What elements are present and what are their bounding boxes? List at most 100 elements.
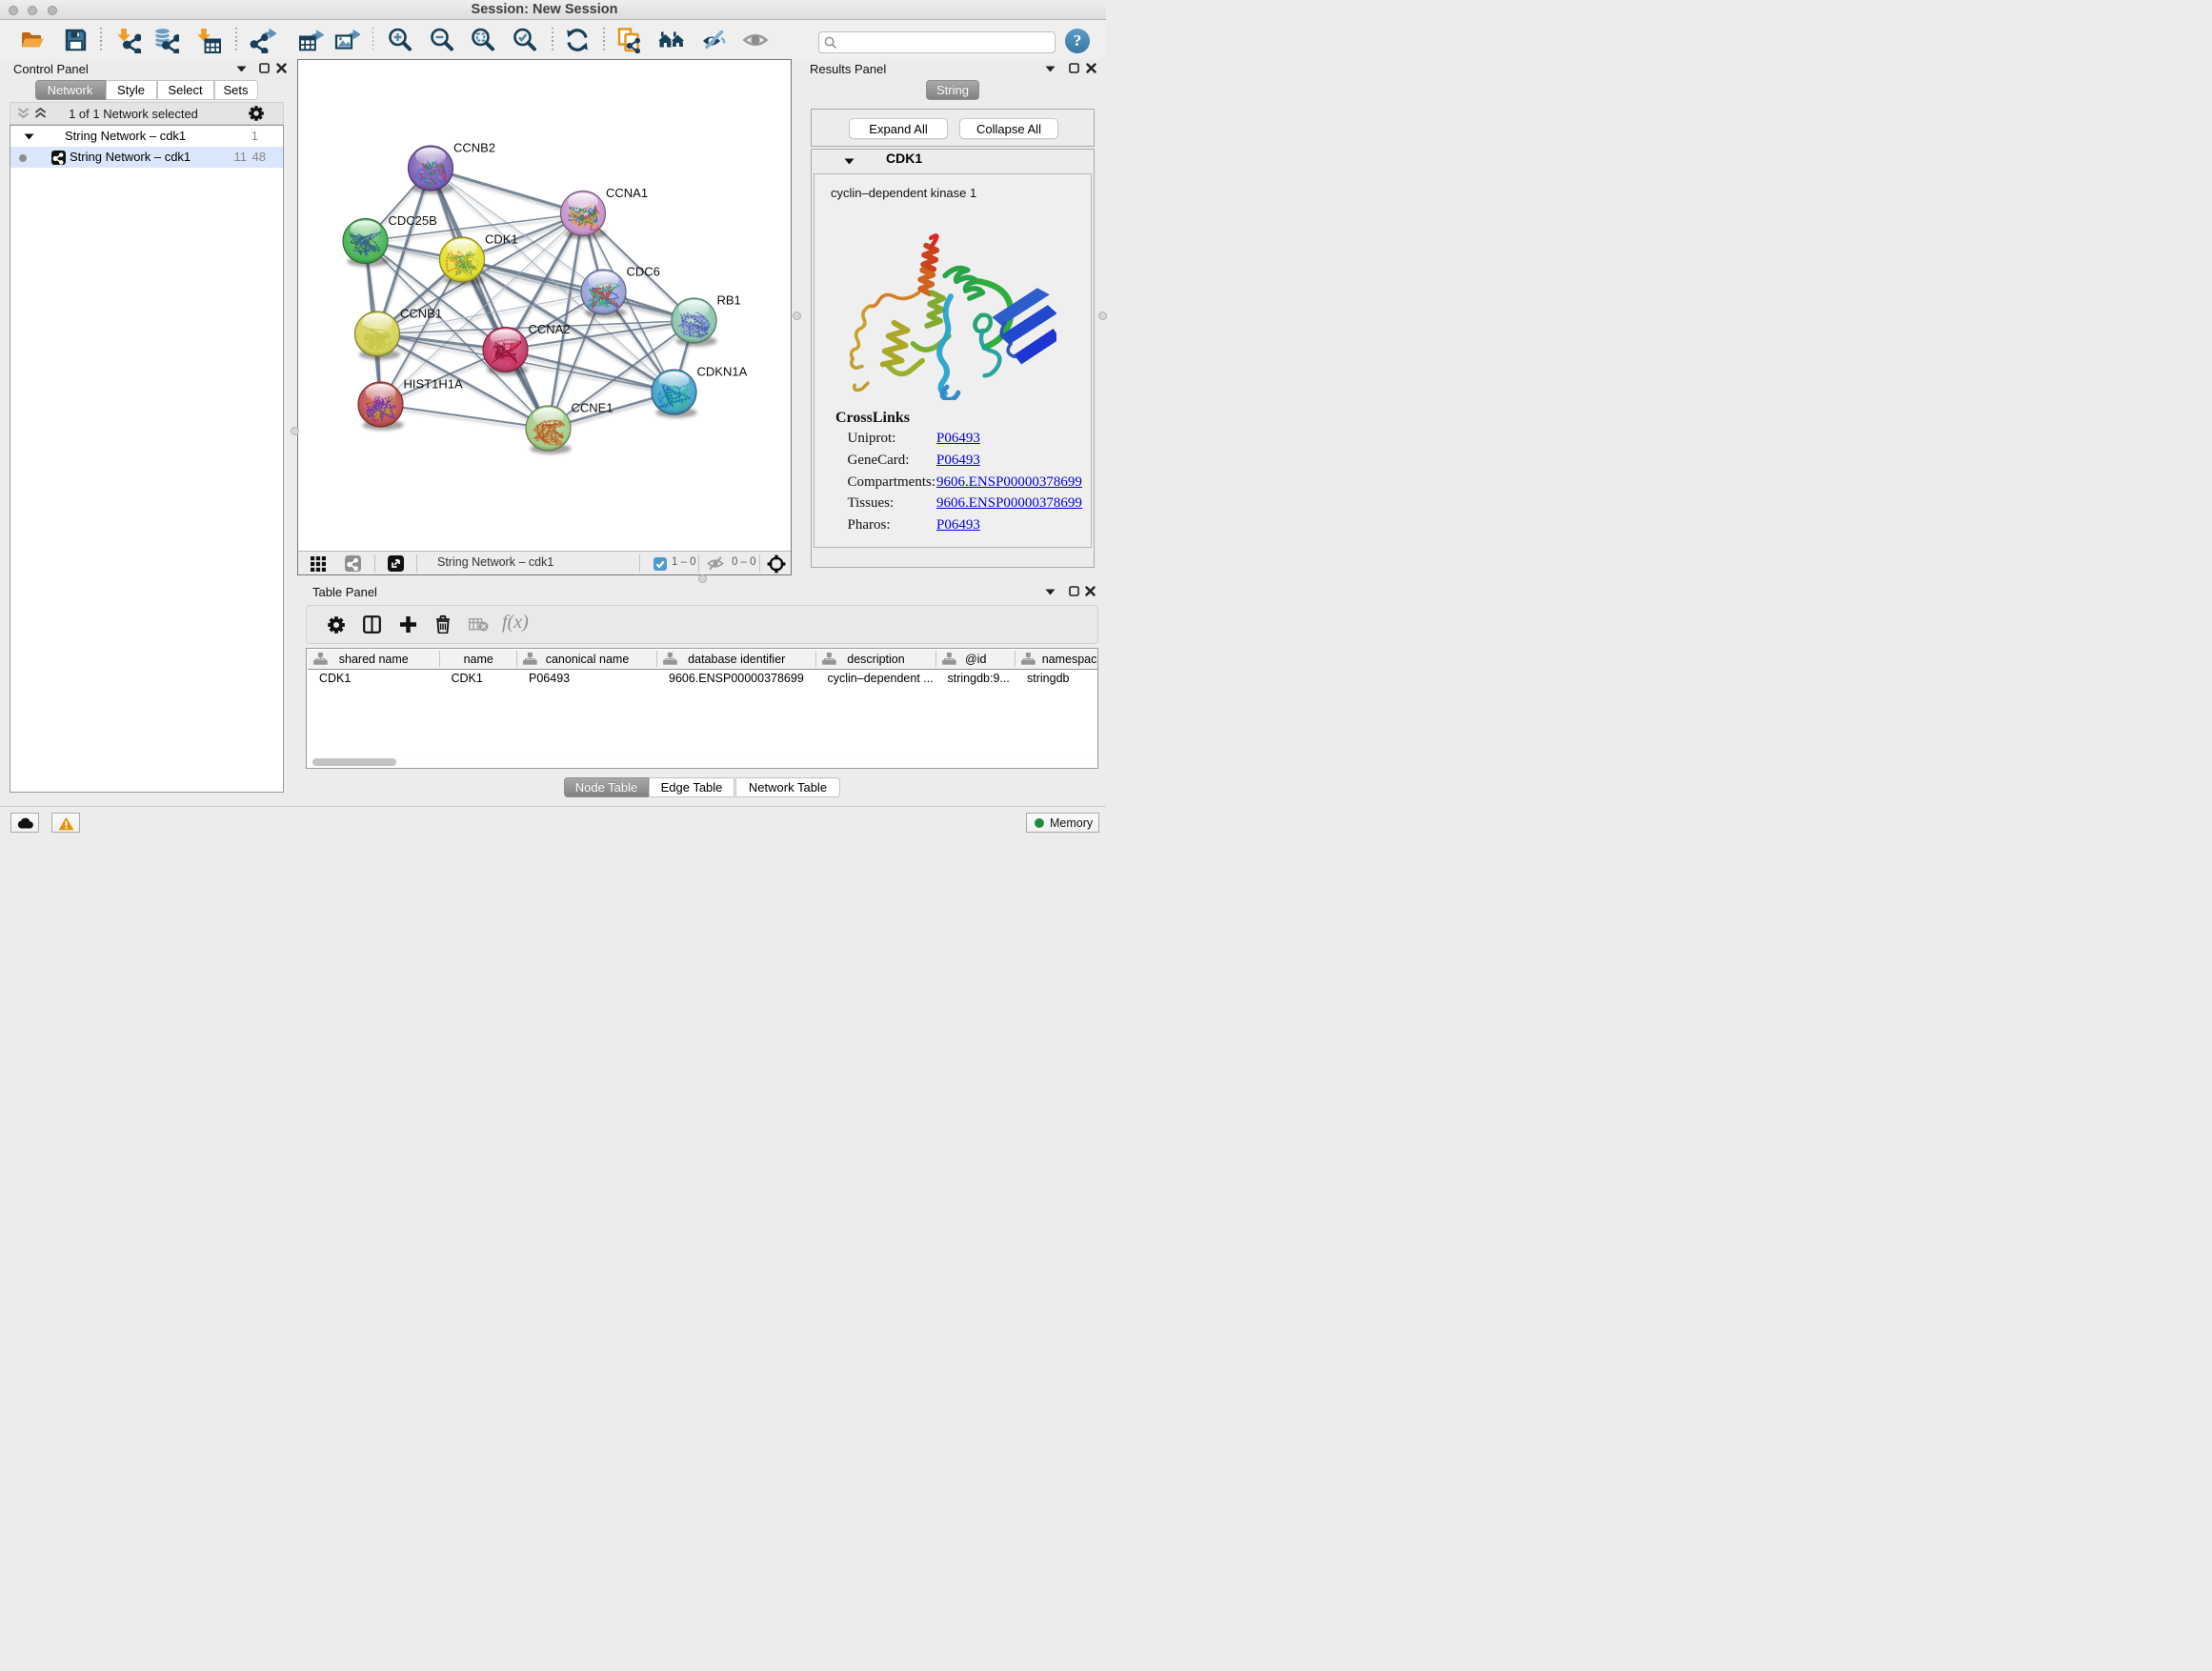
cloud-button[interactable] bbox=[10, 813, 39, 833]
entry-expander-icon[interactable] bbox=[844, 158, 855, 165]
close-panel-icon[interactable] bbox=[1086, 63, 1096, 73]
tab-network[interactable]: Network bbox=[35, 80, 106, 100]
network-node-CDKN1A[interactable]: CDKN1A bbox=[652, 365, 748, 418]
network-node-RB1[interactable]: RB1 bbox=[672, 293, 741, 347]
fit-selected-crosshair-icon[interactable] bbox=[767, 554, 786, 574]
network-node-CDC25B[interactable]: CDC25B bbox=[343, 213, 437, 267]
tab-string[interactable]: String bbox=[926, 80, 979, 100]
network-node-count: 11 bbox=[218, 147, 247, 168]
memory-button[interactable]: Memory bbox=[1026, 813, 1099, 833]
tab-edge-table[interactable]: Edge Table bbox=[649, 777, 734, 797]
selected-checkbox-icon[interactable] bbox=[654, 557, 667, 571]
close-panel-icon[interactable] bbox=[1085, 586, 1096, 596]
show-columns-icon[interactable] bbox=[363, 615, 381, 634]
expand-all-button[interactable]: Expand All bbox=[849, 118, 948, 139]
crosslink-link[interactable]: P06493 bbox=[936, 431, 980, 447]
crosslink-link[interactable]: 9606.ENSP00000378699 bbox=[936, 474, 1082, 491]
crosslink-link[interactable]: P06493 bbox=[936, 453, 980, 469]
duplicate-network-button[interactable] bbox=[615, 27, 642, 53]
search-input[interactable] bbox=[840, 33, 1050, 51]
network-edge-count: 48 bbox=[245, 147, 266, 168]
crosslink-link[interactable]: 9606.ENSP00000378699 bbox=[936, 495, 1082, 512]
show-all-button[interactable] bbox=[742, 27, 769, 53]
table-cell[interactable]: 9606.ENSP00000378699 bbox=[657, 670, 816, 689]
column-header-description[interactable]: description bbox=[816, 650, 936, 669]
hide-selected-button[interactable] bbox=[700, 27, 727, 53]
selected-count-label: 1 – 0 bbox=[672, 556, 696, 568]
network-node-CCNB2[interactable]: CCNB2 bbox=[409, 141, 496, 194]
scrollbar-thumb[interactable] bbox=[312, 758, 396, 766]
crosslink-link[interactable]: P06493 bbox=[936, 517, 980, 534]
float-panel-icon[interactable] bbox=[236, 66, 247, 72]
maximize-panel-icon[interactable] bbox=[1069, 63, 1079, 73]
open-file-button[interactable] bbox=[19, 27, 46, 53]
close-panel-icon[interactable] bbox=[276, 63, 287, 73]
column-label: @id bbox=[965, 653, 986, 666]
create-column-icon[interactable] bbox=[399, 615, 417, 634]
table-row[interactable]: CDK1CDK1P064939606.ENSP00000378699cyclin… bbox=[308, 670, 1097, 689]
network-canvas[interactable]: CCNB2CCNA1CDC25BCDK1CDC6RB1CCNB1CCNA2CDK… bbox=[298, 60, 791, 551]
zoom-out-button[interactable] bbox=[429, 27, 455, 53]
network-node-CCNA1[interactable]: CCNA1 bbox=[561, 186, 649, 239]
splitter-handle[interactable] bbox=[698, 574, 707, 583]
collapse-all-button[interactable]: Collapse All bbox=[959, 118, 1058, 139]
crosslinks-list: Uniprot:P06493GeneCard:P06493Compartment… bbox=[814, 431, 1091, 539]
network-edge-HIST1H1A-CCNE1[interactable] bbox=[381, 405, 549, 429]
table-cell[interactable]: CDK1 bbox=[440, 670, 518, 689]
help-button[interactable]: ? bbox=[1065, 29, 1090, 53]
save-session-button[interactable] bbox=[62, 27, 89, 53]
horizontal-scrollbar[interactable] bbox=[308, 757, 1097, 766]
maximize-panel-icon[interactable] bbox=[1069, 586, 1079, 596]
network-row-selected[interactable]: String Network – cdk1 11 48 bbox=[10, 147, 283, 168]
splitter-handle[interactable] bbox=[1098, 312, 1107, 320]
first-neighbors-button[interactable] bbox=[658, 27, 685, 53]
zoom-in-button[interactable] bbox=[387, 27, 413, 53]
tab-network-table[interactable]: Network Table bbox=[735, 777, 840, 797]
apply-layout-button[interactable] bbox=[564, 27, 591, 53]
tab-node-table[interactable]: Node Table bbox=[564, 777, 649, 797]
open-in-new-window-icon[interactable] bbox=[388, 555, 404, 572]
maximize-panel-icon[interactable] bbox=[259, 63, 270, 73]
export-network-button[interactable] bbox=[250, 27, 276, 53]
zoom-selected-button[interactable] bbox=[512, 27, 538, 53]
splitter-handle[interactable] bbox=[793, 312, 801, 320]
column-header-canonical-name[interactable]: canonical name bbox=[517, 650, 657, 669]
import-network-from-database-button[interactable] bbox=[152, 27, 179, 53]
table-options-gear-icon[interactable] bbox=[328, 616, 345, 634]
import-table-from-file-button[interactable] bbox=[194, 27, 221, 53]
warnings-button[interactable] bbox=[51, 813, 80, 833]
table-cell[interactable]: P06493 bbox=[517, 670, 657, 689]
splitter-handle[interactable] bbox=[291, 427, 299, 435]
zoom-fit-button[interactable] bbox=[470, 27, 496, 53]
export-table-button[interactable] bbox=[297, 27, 324, 53]
search-field[interactable] bbox=[818, 31, 1056, 53]
column-header-name[interactable]: name bbox=[440, 650, 518, 669]
table-cell[interactable]: CDK1 bbox=[308, 670, 440, 689]
collection-expander-icon[interactable] bbox=[24, 133, 34, 140]
delete-column-icon[interactable] bbox=[434, 614, 452, 634]
column-header-namespace[interactable]: namespace bbox=[1016, 650, 1097, 669]
network-node-CCNE1[interactable]: CCNE1 bbox=[526, 401, 613, 454]
network-collection-row[interactable]: String Network – cdk1 1 bbox=[10, 126, 283, 147]
float-panel-icon[interactable] bbox=[1045, 589, 1056, 595]
network-type-icon[interactable] bbox=[345, 555, 361, 572]
column-header-database-identifier[interactable]: database identifier bbox=[657, 650, 816, 669]
network-edge-CCNB2-CCNA1[interactable] bbox=[431, 169, 583, 214]
column-header--id[interactable]: @id bbox=[936, 650, 1016, 669]
crosslink-row: Compartments:9606.ENSP00000378699 bbox=[814, 474, 1091, 496]
export-image-button[interactable] bbox=[333, 27, 360, 53]
tab-select[interactable]: Select bbox=[157, 80, 214, 100]
tab-style[interactable]: Style bbox=[106, 80, 157, 100]
table-cell[interactable]: stringdb bbox=[1016, 670, 1097, 689]
network-options-gear-icon[interactable] bbox=[249, 106, 264, 121]
column-header-shared-name[interactable]: shared name bbox=[308, 650, 440, 669]
crosslink-label: Uniprot: bbox=[848, 431, 896, 447]
float-panel-icon[interactable] bbox=[1045, 66, 1056, 72]
table-cell[interactable]: stringdb:9... bbox=[936, 670, 1016, 689]
network-node-HIST1H1A[interactable]: HIST1H1A bbox=[358, 377, 463, 431]
crosslinks-heading: CrossLinks bbox=[835, 410, 910, 427]
table-cell[interactable]: cyclin–dependent ... bbox=[816, 670, 936, 689]
import-network-from-file-button[interactable] bbox=[114, 27, 141, 53]
tab-sets[interactable]: Sets bbox=[214, 80, 258, 100]
birds-eye-view-icon[interactable] bbox=[311, 556, 326, 572]
